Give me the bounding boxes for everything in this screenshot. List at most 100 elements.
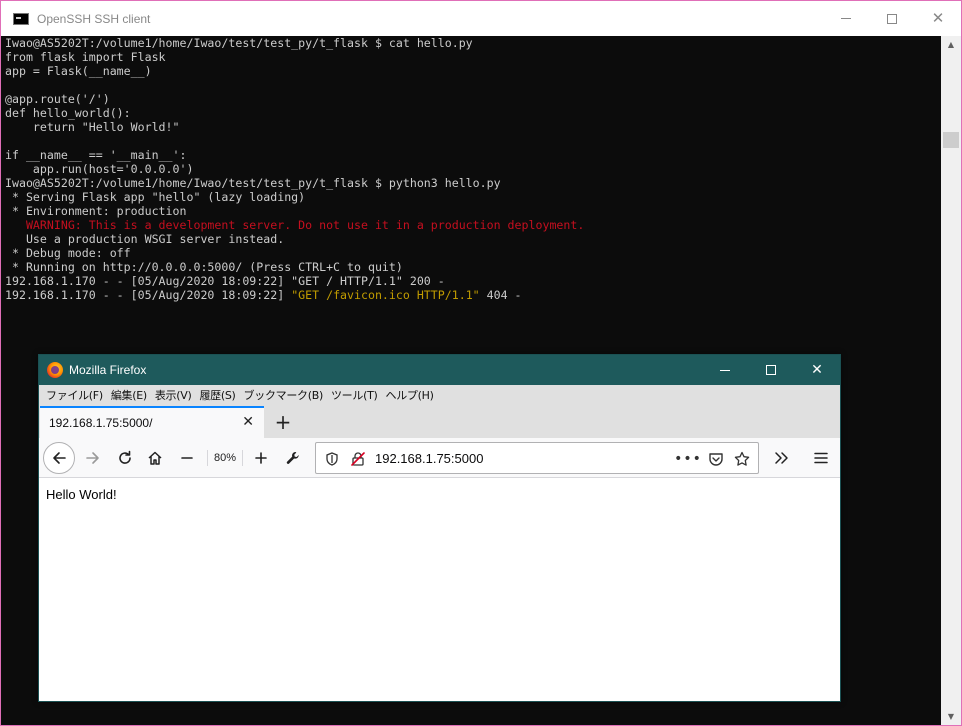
- reload-button[interactable]: [111, 444, 139, 472]
- tracking-protection-button[interactable]: [322, 449, 342, 469]
- home-button[interactable]: [141, 444, 169, 472]
- zoom-in-button[interactable]: [247, 444, 275, 472]
- firefox-tabbar: 192.168.1.75:5000/ ✕ +: [39, 406, 840, 438]
- firefox-window: Mozilla Firefox ✕ ファイル(F) 編集(E) 表示(V) 履歴…: [38, 354, 841, 702]
- terminal-text-segment: * Environment: production: [5, 204, 187, 218]
- url-bar[interactable]: 192.168.1.75:5000 •••: [315, 442, 759, 474]
- page-actions-button[interactable]: •••: [674, 449, 701, 469]
- terminal-line: def hello_world():: [5, 106, 939, 120]
- firefox-minimize-button[interactable]: [702, 355, 748, 385]
- terminal-text-segment: "GET /favicon.ico HTTP/1.1": [291, 288, 480, 302]
- zoom-out-button[interactable]: [173, 444, 201, 472]
- terminal-line: app.run(host='0.0.0.0'): [5, 162, 939, 176]
- terminal-text-segment: * Debug mode: off: [5, 246, 131, 260]
- close-icon: ✕: [811, 362, 823, 378]
- terminal-line: return "Hello World!": [5, 120, 939, 134]
- menu-edit[interactable]: 編集(E): [107, 385, 151, 406]
- terminal-text-segment: def hello_world():: [5, 106, 131, 120]
- back-arrow-icon: [53, 452, 66, 464]
- terminal-line: from flask import Flask: [5, 50, 939, 64]
- terminal-line: * Environment: production: [5, 204, 939, 218]
- back-button[interactable]: [43, 442, 75, 474]
- page-body-text: Hello World!: [46, 487, 117, 502]
- shield-icon: [326, 452, 338, 466]
- home-icon: [148, 451, 162, 465]
- console-app-icon: [13, 12, 29, 25]
- terminal-line: app = Flask(__name__): [5, 64, 939, 78]
- terminal-text-segment: app = Flask(__name__): [5, 64, 152, 78]
- terminal-text-segment: * Running on http://0.0.0.0:5000/ (Press…: [5, 260, 403, 274]
- terminal-text-segment: from flask import Flask: [5, 50, 166, 64]
- customize-button[interactable]: [279, 444, 307, 472]
- ssh-minimize-button[interactable]: [823, 1, 869, 36]
- terminal-text-segment: Use a production WSGI server instead.: [5, 232, 285, 246]
- ssh-caption-buttons: ✕: [823, 1, 961, 36]
- app-menu-button[interactable]: [807, 444, 835, 472]
- new-tab-button[interactable]: +: [271, 410, 295, 434]
- zoom-level[interactable]: 80%: [207, 450, 244, 466]
- pocket-icon: [709, 453, 723, 466]
- firefox-titlebar[interactable]: Mozilla Firefox ✕: [39, 355, 840, 385]
- bookmark-button[interactable]: [732, 449, 752, 469]
- ssh-vertical-scrollbar[interactable]: ▲ ▼: [941, 36, 961, 725]
- page-content[interactable]: Hello World!: [39, 479, 840, 701]
- browser-tab[interactable]: 192.168.1.75:5000/ ✕: [40, 406, 264, 438]
- scrollbar-thumb[interactable]: [943, 132, 959, 148]
- overflow-icon: [775, 452, 788, 464]
- firefox-window-title: Mozilla Firefox: [69, 363, 147, 377]
- menu-view[interactable]: 表示(V): [151, 385, 196, 406]
- terminal-line: * Running on http://0.0.0.0:5000/ (Press…: [5, 260, 939, 274]
- wrench-icon: [286, 452, 299, 464]
- forward-arrow-icon: [86, 452, 99, 464]
- url-input[interactable]: 192.168.1.75:5000: [375, 451, 483, 466]
- more-actions-icon: •••: [674, 451, 702, 467]
- menu-help[interactable]: ヘルプ(H): [382, 385, 438, 406]
- insecure-lock-icon: [351, 452, 365, 466]
- zoom-in-icon: [255, 452, 267, 464]
- ssh-close-button[interactable]: ✕: [915, 1, 961, 36]
- firefox-caption-buttons: ✕: [702, 355, 840, 385]
- terminal-line: Iwao@AS5202T:/volume1/home/Iwao/test/tes…: [5, 176, 939, 190]
- menu-tools[interactable]: ツール(T): [327, 385, 382, 406]
- terminal-line: @app.route('/'): [5, 92, 939, 106]
- terminal-text-segment: @app.route('/'): [5, 92, 110, 106]
- terminal-text-segment: return "Hello World!": [5, 120, 180, 134]
- terminal-line: 192.168.1.170 - - [05/Aug/2020 18:09:22]…: [5, 288, 939, 302]
- firefox-logo-icon: [47, 362, 63, 378]
- scroll-down-arrow-icon[interactable]: ▼: [941, 708, 961, 725]
- firefox-close-button[interactable]: ✕: [794, 355, 840, 385]
- forward-button[interactable]: [79, 444, 107, 472]
- terminal-text-segment: Iwao@AS5202T:/volume1/home/Iwao/test/tes…: [5, 36, 473, 50]
- minimize-icon: [841, 18, 851, 19]
- maximize-icon: [887, 13, 897, 24]
- zoom-out-icon: [181, 457, 193, 459]
- terminal-line: Iwao@AS5202T:/volume1/home/Iwao/test/tes…: [5, 36, 939, 50]
- menu-bookmarks[interactable]: ブックマーク(B): [240, 385, 327, 406]
- menu-history[interactable]: 履歴(S): [195, 385, 239, 406]
- menu-file[interactable]: ファイル(F): [42, 385, 107, 406]
- tab-title: 192.168.1.75:5000/: [49, 416, 153, 430]
- maximize-icon: [766, 365, 776, 375]
- ssh-titlebar[interactable]: OpenSSH SSH client ✕: [1, 1, 961, 36]
- pocket-button[interactable]: [706, 449, 726, 469]
- terminal-text-segment: Iwao@AS5202T:/volume1/home/Iwao/test/tes…: [5, 176, 501, 190]
- terminal-text-segment: * Serving Flask app "hello" (lazy loadin…: [5, 190, 306, 204]
- terminal-text-segment: 404 -: [479, 288, 522, 302]
- terminal-line: * Serving Flask app "hello" (lazy loadin…: [5, 190, 939, 204]
- reload-icon: [119, 450, 131, 464]
- hamburger-icon: [814, 452, 828, 464]
- firefox-navigation-toolbar: 80% 192.168.1.75:5000 •••: [39, 438, 840, 478]
- scroll-up-arrow-icon[interactable]: ▲: [941, 36, 961, 53]
- terminal-text-segment: 192.168.1.170 - - [05/Aug/2020 18:09:22]…: [5, 274, 445, 288]
- terminal-line: if __name__ == '__main__':: [5, 148, 939, 162]
- firefox-maximize-button[interactable]: [748, 355, 794, 385]
- terminal-line: * Debug mode: off: [5, 246, 939, 260]
- site-security-button[interactable]: [348, 449, 368, 469]
- overflow-menu-button[interactable]: [767, 444, 795, 472]
- tab-close-icon[interactable]: ✕: [242, 414, 254, 430]
- ssh-maximize-button[interactable]: [869, 1, 915, 36]
- minimize-icon: [720, 369, 730, 371]
- close-icon: ✕: [931, 9, 945, 27]
